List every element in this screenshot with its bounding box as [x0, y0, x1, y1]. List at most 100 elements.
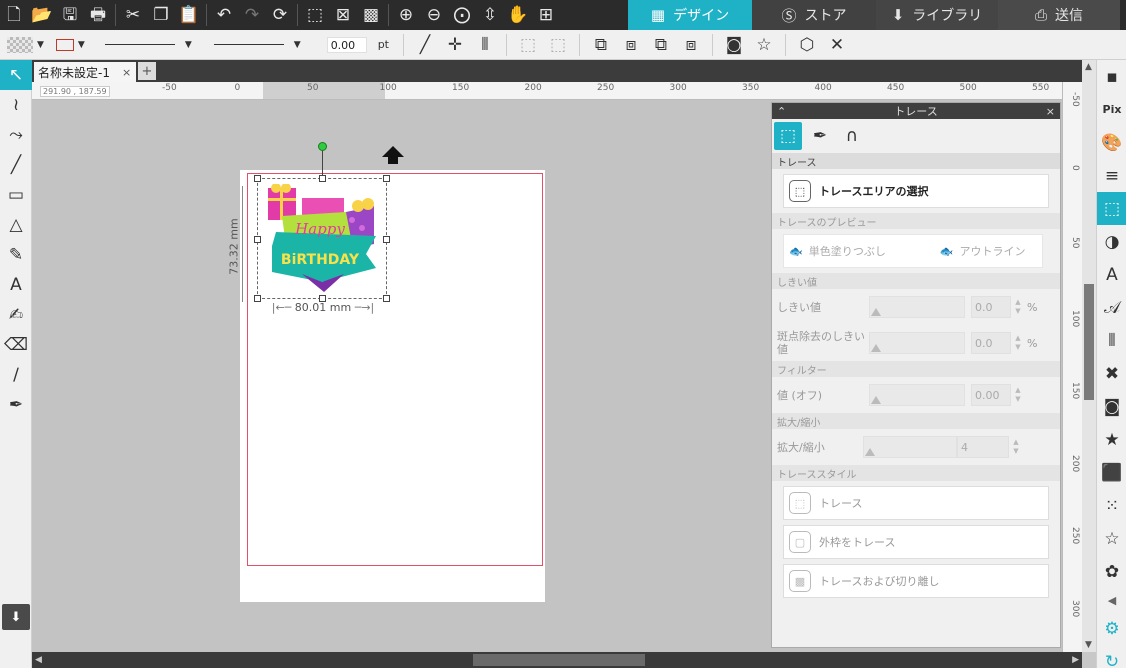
move-icon[interactable]: ⇳ — [476, 1, 504, 29]
collapse-icon[interactable]: ⌃ — [777, 105, 786, 118]
select-by-color-icon[interactable]: ▩ — [357, 1, 385, 29]
fit-page-icon[interactable]: ⊞ — [532, 1, 560, 29]
vertical-scrollbar[interactable]: ▲ ▼ — [1082, 60, 1096, 652]
print-icon[interactable]: 🖶 — [84, 1, 112, 29]
sketch-icon[interactable]: ✍ — [0, 300, 32, 330]
scroll-up-icon[interactable]: ▲ — [1085, 62, 1092, 72]
resize-handle[interactable] — [319, 175, 326, 182]
pan-hand-icon[interactable]: ✋ — [504, 1, 532, 29]
lasso-icon[interactable]: ≀ — [0, 90, 32, 120]
close-tab-icon[interactable]: × — [122, 66, 131, 79]
bring-front-icon[interactable]: ⧉ — [586, 30, 616, 60]
scroll-right-icon[interactable]: ▶ — [1072, 655, 1079, 665]
tab-design[interactable]: ▦ デザイン — [628, 0, 752, 30]
duplicate-icon[interactable]: ⧉ — [646, 30, 676, 60]
horizontal-scrollbar[interactable]: ◀ ▶ — [32, 652, 1082, 668]
star-panel-icon[interactable]: ★ — [1097, 423, 1126, 456]
eyedropper-icon[interactable]: ✒ — [0, 390, 32, 420]
font-icon[interactable]: 𝒜 — [1097, 291, 1126, 324]
star-icon[interactable]: ☆ — [749, 30, 779, 60]
collapse-arrow-icon[interactable]: ◀ — [1097, 588, 1126, 612]
scale-stepper[interactable]: ▲ ▼ — [1011, 438, 1021, 456]
open-folder-icon[interactable]: 📂 — [28, 1, 56, 29]
scale-slider[interactable] — [863, 436, 957, 458]
speck-slider[interactable] — [869, 332, 965, 354]
tab-store[interactable]: Ⓢ ストア — [752, 0, 876, 30]
rectangle-icon[interactable]: ▭ — [0, 180, 32, 210]
line-style-selector[interactable] — [104, 44, 175, 45]
fish-outline-icon[interactable]: 🐟 — [940, 245, 954, 258]
settings-gear-icon[interactable]: ⚙ — [1097, 612, 1126, 645]
horizontal-scroll-thumb[interactable] — [473, 654, 645, 666]
select-trace-area-button[interactable]: ⬚ トレースエリアの選択 — [783, 174, 1049, 208]
palette-icon[interactable]: 🎨 — [1097, 126, 1126, 159]
undo-icon[interactable]: ↶ — [210, 1, 238, 29]
line-end-selector[interactable] — [213, 44, 284, 45]
tab-library[interactable]: ⬇ ライブラリ — [876, 0, 998, 30]
text-tool-icon[interactable]: A — [0, 270, 32, 300]
vertical-scroll-thumb[interactable] — [1084, 284, 1094, 400]
threshold-stepper[interactable]: ▲ ▼ — [1013, 298, 1023, 316]
refresh-icon[interactable]: ⟳ — [266, 1, 294, 29]
align-panel-icon[interactable]: ⫴ — [1097, 324, 1126, 357]
line-style-icon[interactable]: ≡ — [1097, 159, 1126, 192]
page-setup-icon[interactable]: ▪ — [1097, 60, 1126, 93]
chevron-down-icon[interactable]: ▼ — [78, 40, 85, 50]
trace-outer-button[interactable]: ▢ 外枠をトレース — [783, 525, 1049, 559]
ungroup-icon[interactable]: ⬚ — [543, 30, 573, 60]
sync-icon[interactable]: ↻ — [1097, 645, 1126, 668]
select-arrow-icon[interactable]: ↖ — [0, 60, 32, 90]
fill-pattern-swatch[interactable] — [7, 36, 33, 53]
move-cross-icon[interactable]: ✛ — [440, 30, 470, 60]
line-color-swatch[interactable] — [55, 38, 74, 51]
transform-icon[interactable]: ✖ — [1097, 357, 1126, 390]
save-icon[interactable]: 🖫 — [56, 1, 84, 29]
3d-box-icon[interactable]: ⬡ — [792, 30, 822, 60]
threshold-input[interactable]: 0.0 — [971, 296, 1011, 318]
chevron-down-icon[interactable]: ▼ — [37, 40, 44, 50]
cut-icon[interactable]: ✂ — [119, 1, 147, 29]
resize-handle[interactable] — [254, 175, 261, 182]
rotation-handle[interactable] — [318, 142, 327, 151]
shape-modify-icon[interactable]: ◙ — [719, 30, 749, 60]
pixscan-icon[interactable]: Pix — [1097, 93, 1126, 126]
edit-points-icon[interactable]: ⤳ — [0, 120, 32, 150]
resize-handle[interactable] — [383, 175, 390, 182]
preview-outline-label[interactable]: アウトライン — [960, 243, 1026, 259]
send-back-icon[interactable]: ⧈ — [616, 30, 646, 60]
resize-handle[interactable] — [383, 295, 390, 302]
group-icon[interactable]: ⬚ — [513, 30, 543, 60]
scale-input[interactable]: 4 — [957, 436, 1009, 458]
copy-icon[interactable]: ❐ — [147, 1, 175, 29]
chevron-down-icon[interactable]: ▼ — [294, 40, 301, 50]
resize-handle[interactable] — [254, 295, 261, 302]
trace-mode-icon[interactable]: ⬚ — [774, 122, 802, 150]
library-panel-toggle-icon[interactable]: ⬇ — [2, 604, 30, 630]
trace-detach-button[interactable]: ▩ トレースおよび切り離し — [783, 564, 1049, 598]
add-tab-button[interactable]: + — [138, 62, 156, 80]
filter-input[interactable]: 0.00 — [971, 384, 1011, 406]
tab-send[interactable]: ⎙ 送信 — [998, 0, 1120, 30]
fish-fill-icon[interactable]: 🐟 — [789, 245, 803, 258]
speck-input[interactable]: 0.0 — [971, 332, 1011, 354]
panel-close-icon[interactable]: × — [1046, 105, 1055, 118]
delete-icon[interactable]: ✕ — [822, 30, 852, 60]
star-outline-icon[interactable]: ☆ — [1097, 522, 1126, 555]
speck-stepper[interactable]: ▲ ▼ — [1013, 334, 1023, 352]
scroll-left-icon[interactable]: ◀ — [35, 655, 42, 665]
zoom-in-icon[interactable]: ⊕ — [392, 1, 420, 29]
redo-icon[interactable]: ↷ — [238, 1, 266, 29]
document-tab[interactable]: 名称未設定-1 × — [34, 62, 136, 82]
trace-button[interactable]: ⬚ トレース — [783, 486, 1049, 520]
align-icon[interactable]: ⫴ — [470, 30, 500, 60]
select-all-icon[interactable]: ⬚ — [301, 1, 329, 29]
resize-handle[interactable] — [254, 236, 261, 243]
sparkle-icon[interactable]: ⁙ — [1097, 489, 1126, 522]
new-file-icon[interactable]: 🗋 — [0, 1, 28, 29]
trace-panel-icon[interactable]: ⬚ — [1097, 192, 1126, 225]
polygon-icon[interactable]: △ — [0, 210, 32, 240]
pencil-icon[interactable]: ✎ — [0, 240, 32, 270]
zoom-out-icon[interactable]: ⊖ — [420, 1, 448, 29]
modify-icon[interactable]: ◙ — [1097, 390, 1126, 423]
magnet-icon[interactable]: ∩ — [838, 122, 866, 150]
